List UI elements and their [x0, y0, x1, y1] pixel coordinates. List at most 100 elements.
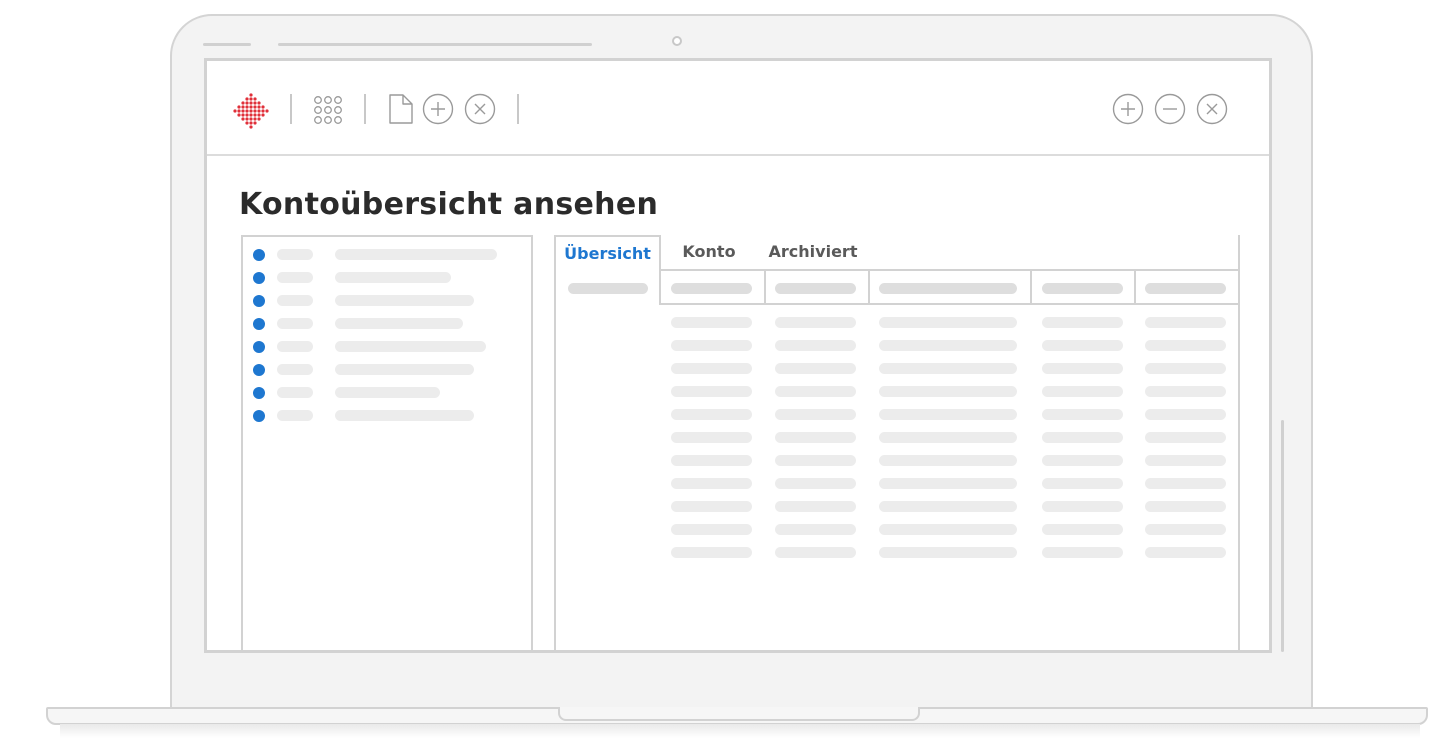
table-cell-placeholder [1145, 547, 1226, 558]
table-row[interactable] [556, 455, 1240, 467]
column-separator [764, 271, 766, 305]
table-cell-placeholder [775, 317, 856, 328]
account-list-panel [241, 235, 533, 650]
table-row[interactable] [556, 409, 1240, 421]
table-row[interactable] [556, 501, 1240, 513]
table-cell-placeholder [1145, 386, 1226, 397]
column-header[interactable] [775, 283, 856, 294]
placeholder-short [277, 318, 313, 329]
table-cell-placeholder [1042, 340, 1123, 351]
table-cell-placeholder [1042, 524, 1123, 535]
status-dot [253, 249, 265, 261]
table-cell-placeholder [671, 547, 752, 558]
table-cell-placeholder [1042, 455, 1123, 466]
column-header[interactable] [671, 283, 752, 294]
table-cell-placeholder [1042, 363, 1123, 374]
table-cell-placeholder [1145, 363, 1226, 374]
table-cell-placeholder [879, 340, 1017, 351]
table-cell-placeholder [879, 409, 1017, 420]
table-cell-placeholder [1145, 455, 1226, 466]
table-row[interactable] [556, 524, 1240, 536]
list-item[interactable] [253, 249, 513, 261]
list-item[interactable] [253, 272, 513, 284]
table-header [659, 269, 1240, 305]
table-row[interactable] [556, 478, 1240, 490]
table-row[interactable] [556, 547, 1240, 559]
table-cell-placeholder [879, 524, 1017, 535]
placeholder-short [277, 364, 313, 375]
close-circle-icon[interactable] [1195, 92, 1229, 126]
table-cell-placeholder [1042, 432, 1123, 443]
placeholder-long [335, 387, 440, 398]
table-cell-placeholder [671, 432, 752, 443]
add-circle-icon[interactable] [421, 92, 455, 126]
table-cell-placeholder [671, 478, 752, 489]
status-dot [253, 387, 265, 399]
table-cell-placeholder [1042, 317, 1123, 328]
tab-uebersicht[interactable]: Übersicht [554, 235, 661, 271]
list-item[interactable] [253, 410, 513, 422]
list-item[interactable] [253, 364, 513, 376]
table-cell-placeholder [879, 363, 1017, 374]
table-cell-placeholder [775, 363, 856, 374]
status-dot [253, 318, 265, 330]
table-cell-placeholder [671, 524, 752, 535]
camera [672, 36, 682, 46]
placeholder-long [335, 249, 497, 260]
list-item[interactable] [253, 387, 513, 399]
column-separator [1134, 271, 1136, 305]
page-title: Kontoübersicht ansehen [239, 187, 659, 222]
table-row[interactable] [556, 340, 1240, 352]
table-cell-placeholder [1042, 386, 1123, 397]
table-row[interactable] [556, 363, 1240, 375]
table-cell-placeholder [775, 524, 856, 535]
close-circle-icon[interactable] [463, 92, 497, 126]
list-item[interactable] [253, 341, 513, 353]
table-cell-placeholder [1145, 501, 1226, 512]
status-dot [253, 341, 265, 353]
table-cell-placeholder [671, 363, 752, 374]
tab-archiviert[interactable]: Archiviert [760, 235, 866, 271]
table-cell-placeholder [775, 432, 856, 443]
column-separator [1030, 271, 1032, 305]
column-header[interactable] [1145, 283, 1226, 294]
table-cell-placeholder [775, 409, 856, 420]
toolbar [207, 61, 1269, 156]
list-item[interactable] [253, 318, 513, 330]
table-cell-placeholder [1145, 317, 1226, 328]
table-cell-placeholder [1042, 501, 1123, 512]
document-icon[interactable] [387, 92, 415, 126]
table-cell-placeholder [775, 386, 856, 397]
table-cell-placeholder [671, 386, 752, 397]
placeholder-short [277, 387, 313, 398]
table-cell-placeholder [671, 340, 752, 351]
tab-konto[interactable]: Konto [671, 235, 747, 271]
column-header[interactable] [1042, 283, 1123, 294]
table-cell-placeholder [1145, 478, 1226, 489]
column-header[interactable] [879, 283, 1017, 294]
bezel-line-long [278, 43, 592, 46]
table-cell-placeholder [775, 547, 856, 558]
table-cell-placeholder [775, 340, 856, 351]
placeholder-long [335, 295, 474, 306]
table-cell-placeholder [775, 478, 856, 489]
table-cell-placeholder [879, 455, 1017, 466]
detail-panel: Übersicht Konto Archiviert [554, 235, 1240, 650]
table-cell-placeholder [1042, 478, 1123, 489]
grid-icon[interactable] [311, 93, 345, 127]
table-cell-placeholder [879, 547, 1017, 558]
table-cell-placeholder [671, 409, 752, 420]
table-row[interactable] [556, 386, 1240, 398]
list-item[interactable] [253, 295, 513, 307]
add-circle-icon[interactable] [1111, 92, 1145, 126]
table-cell-placeholder [879, 386, 1017, 397]
minus-circle-icon[interactable] [1153, 92, 1187, 126]
placeholder-short [277, 249, 313, 260]
table-cell-placeholder [879, 432, 1017, 443]
table-row[interactable] [556, 432, 1240, 444]
placeholder-long [335, 410, 474, 421]
table-row[interactable] [556, 317, 1240, 329]
status-dot [253, 272, 265, 284]
table-cell-placeholder [879, 478, 1017, 489]
table-cell-placeholder [671, 501, 752, 512]
